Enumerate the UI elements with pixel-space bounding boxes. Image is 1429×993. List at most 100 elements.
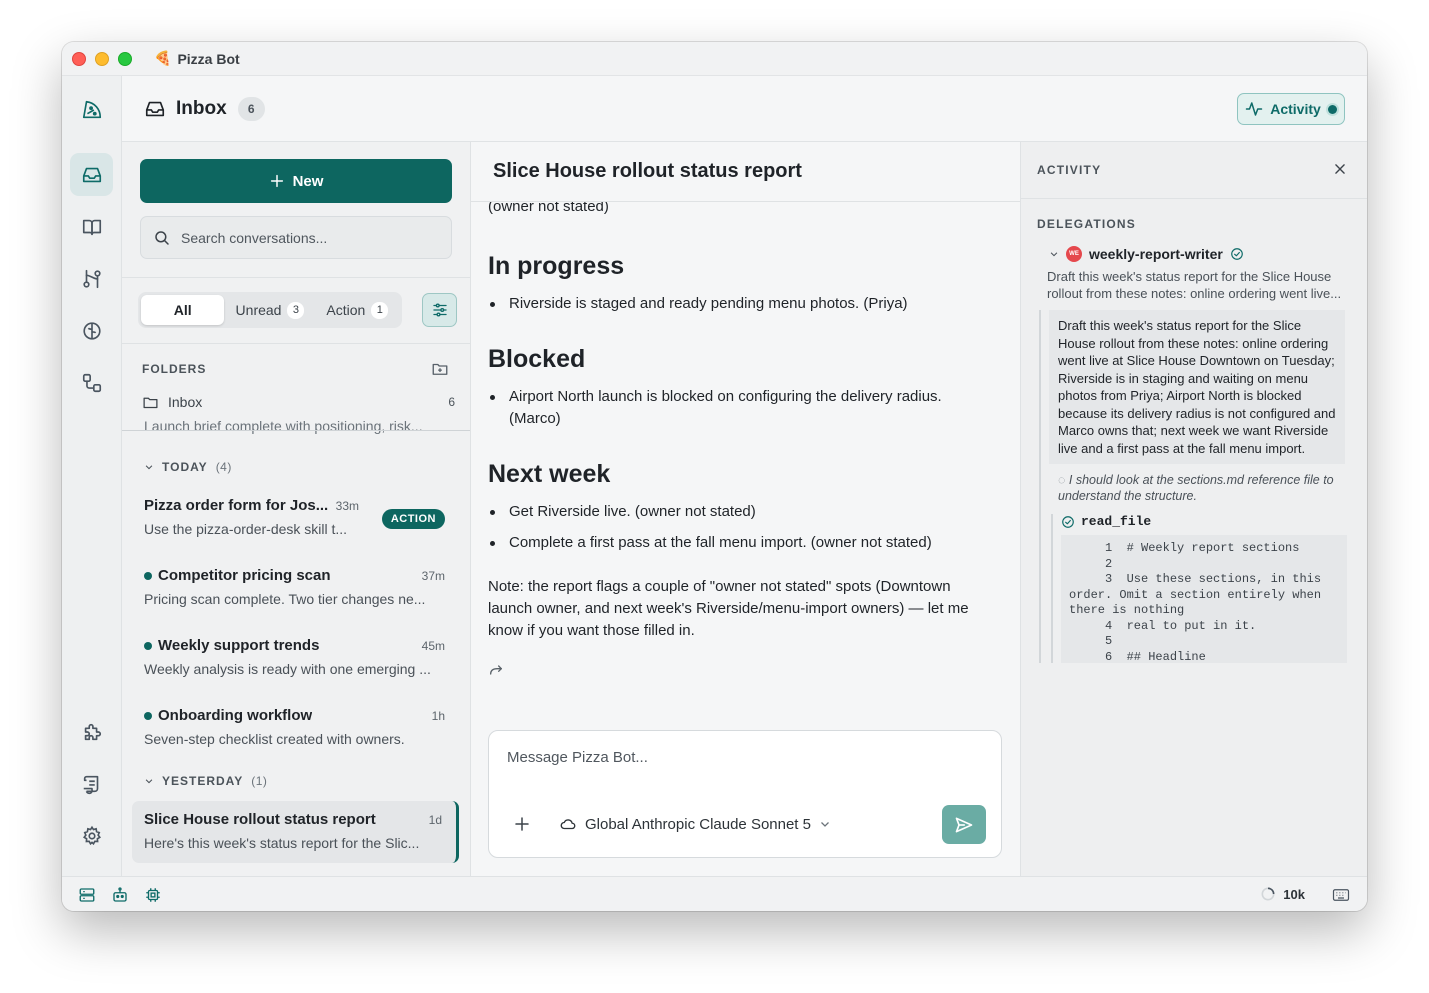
nav-rail [62,76,122,876]
conversation-title: Weekly support trends [144,637,447,654]
divider [122,277,470,278]
forward-button[interactable] [488,662,988,681]
filter-tab-action[interactable]: Action 1 [316,295,399,325]
server-status-button[interactable] [78,886,96,904]
conversation-title-text: Onboarding workflow [158,707,313,724]
search-box [140,216,452,259]
app-logo[interactable] [70,88,113,131]
conversation-title-text: Slice House rollout status report [144,811,376,828]
app-title: 🍕 Pizza Bot [154,50,240,67]
close-activity-button[interactable] [1333,162,1347,179]
conversation-item-selected[interactable]: Slice House rollout status report 1d Her… [132,801,459,863]
token-count: 10k [1283,886,1305,902]
agent-status-button[interactable] [111,886,129,904]
conversation-item[interactable]: Weekly support trends 45m Weekly analysi… [132,627,459,689]
thought-bubble-icon: ◌ [1058,473,1069,487]
activity-button[interactable]: Activity [1237,93,1345,125]
new-conversation-button[interactable]: New [140,159,452,203]
filter-label: Unread [235,302,282,318]
puzzle-icon [84,723,101,740]
group-header-today[interactable]: TODAY (4) [144,460,232,474]
tool-name: read_file [1081,514,1152,529]
clipped-list-item-text: Launch brief complete with positioning, … [144,418,423,434]
cloud-icon [560,819,576,830]
gear-icon [82,825,101,845]
activity-title-text: ACTIVITY [1037,163,1102,177]
app-window: 🍕 Pizza Bot Inbox 6 Activity New Search … [62,42,1367,911]
message-text: (owner not stated) [488,202,609,215]
forward-arrow-icon [490,665,502,675]
folder-item-inbox[interactable]: Inbox 6 [142,391,455,413]
sidebar-item-routines[interactable] [70,257,113,300]
filter-tab-all[interactable]: All [141,295,225,325]
group-count: (1) [251,774,268,788]
unread-indicator [144,571,152,580]
conversation-item[interactable]: Pizza order form for Jos... 33m Use the … [132,487,459,549]
server-icon [79,888,95,902]
tool-call-header[interactable]: read_file [1061,514,1353,529]
group-header-yesterday[interactable]: YESTERDAY (1) [144,774,267,788]
agent-name: weekly-report-writer [1089,246,1223,262]
add-folder-button[interactable] [431,360,449,381]
conversation-preview: Here's this week's status report for the… [144,835,420,851]
send-icon [955,817,973,832]
sidebar-item-library[interactable] [70,205,113,248]
filter-count: 1 [371,301,389,319]
folders-heading: FOLDERS [142,362,207,376]
message-note: Note: the report flags a couple of "owne… [488,578,969,639]
filter-options-button[interactable] [422,293,457,327]
conversation-title-text: Pizza order form for Jos... [144,497,329,514]
keyboard-shortcuts-button[interactable] [1332,887,1350,906]
conversation-title-text: Weekly support trends [158,637,320,654]
chip-status-button[interactable] [144,886,162,904]
message-thread: (owner not stated) In progress Riverside… [471,202,1020,722]
attach-button[interactable] [513,815,531,836]
message-heading: In progress [488,252,625,280]
delegation-thought: ◌ I should look at the sections.md refer… [1049,464,1353,504]
delegation-item: WE weekly-report-writer Draft this week'… [1037,246,1353,663]
activity-panel: ACTIVITY DELEGATIONS WE weekly-report-wr… [1020,142,1367,876]
brain-icon [82,321,101,340]
message-bullet-text: Airport North launch is blocked on confi… [509,388,942,427]
check-circle-icon [1062,515,1074,528]
plus-icon [515,817,529,831]
sidebar-item-plugins[interactable] [70,710,113,753]
delegation-detail: Draft this week's status report for the … [1039,310,1353,663]
chat-pane: Slice House rollout status report (owner… [471,142,1020,876]
model-select[interactable]: Global Anthropic Claude Sonnet 5 [559,815,831,833]
sidebar-item-brain[interactable] [70,309,113,352]
tool-output: 1 # Weekly report sections 2 3 Use these… [1061,535,1347,663]
routine-icon [82,269,101,288]
conversation-title: Slice House rollout status report [144,811,444,828]
message-heading: Next week [488,460,611,488]
close-window-button[interactable] [72,51,86,66]
sidebar-item-workflows[interactable] [70,361,113,404]
model-name: Global Anthropic Claude Sonnet 5 [585,815,811,833]
folder-count: 6 [448,395,455,409]
search-input[interactable] [181,229,441,246]
message-bullet: Riverside is staged and ready pending me… [488,293,988,315]
keyboard-icon [1332,889,1350,901]
workflow-icon [82,373,101,392]
delegation-header[interactable]: WE weekly-report-writer [1049,246,1353,262]
new-button-label: New [292,172,324,190]
unread-indicator [144,711,152,720]
token-usage[interactable]: 10k [1260,886,1305,902]
filter-tab-unread[interactable]: Unread 3 [224,295,315,325]
minimize-window-button[interactable] [95,51,109,66]
conversation-title-text: Competitor pricing scan [158,567,331,584]
pulse-icon [1245,102,1263,116]
thought-text: I should look at the sections.md referen… [1058,473,1334,503]
sidebar-item-logs[interactable] [70,762,113,805]
message-input[interactable] [507,749,977,766]
check-circle-icon [1230,248,1243,260]
conversation-item[interactable]: Competitor pricing scan 37m Pricing scan… [132,557,459,619]
activity-status-dot [1327,104,1337,114]
plus-icon [270,174,283,188]
sidebar-item-settings[interactable] [70,814,113,857]
zoom-window-button[interactable] [118,51,132,66]
sidebar-item-inbox[interactable] [70,153,113,196]
send-button[interactable] [942,805,986,844]
conversation-item[interactable]: Onboarding workflow 1h Seven-step checkl… [132,697,459,759]
conversation-time: 33m [335,499,359,513]
